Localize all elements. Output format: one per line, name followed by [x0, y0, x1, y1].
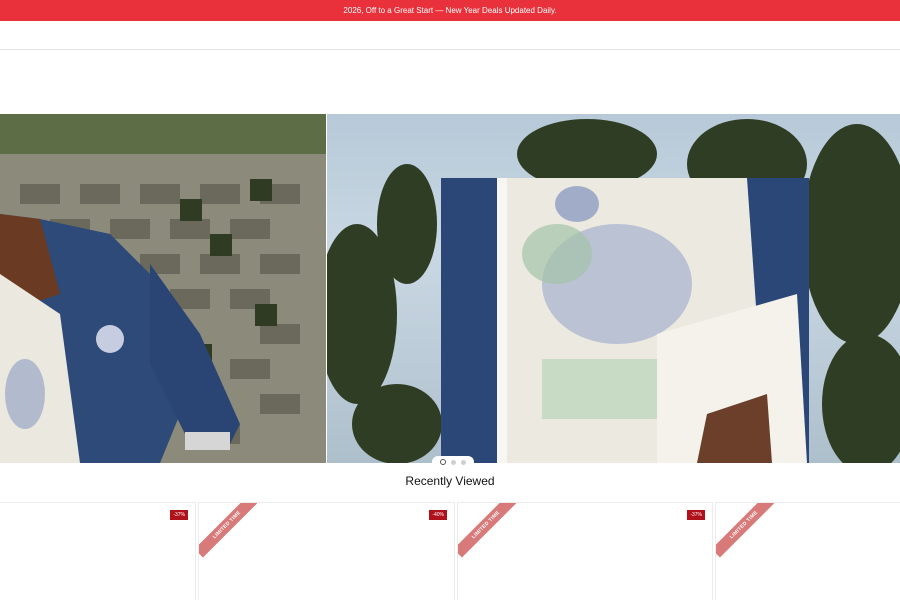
ribbon-label: LIMITED TIME [458, 503, 516, 558]
limited-time-ribbon: LIMITED TIME [199, 503, 257, 561]
hero-photo-shirt-closeup [327, 119, 900, 463]
product-card[interactable]: LIMITED TIME [715, 502, 900, 600]
ribbon-label: LIMITED TIME [716, 503, 774, 558]
product-card[interactable]: -37% [0, 502, 196, 600]
hero-photo-wall-model [0, 114, 326, 463]
carousel-pagination[interactable] [432, 456, 474, 468]
carousel-dot-2[interactable] [451, 459, 456, 465]
limited-time-ribbon: LIMITED TIME [458, 503, 516, 561]
hero-image-left[interactable] [0, 114, 326, 463]
limited-time-ribbon: LIMITED TIME [716, 503, 774, 561]
product-card[interactable]: LIMITED TIME -37% [457, 502, 713, 600]
product-card[interactable]: LIMITED TIME -40% [198, 502, 455, 600]
hero-image-right[interactable] [327, 114, 900, 463]
carousel-dot-1[interactable] [440, 459, 446, 465]
ribbon-label: LIMITED TIME [199, 503, 257, 558]
announcement-bar[interactable]: 2026, Off to a Great Start — New Year De… [0, 0, 900, 21]
announcement-text: 2026, Off to a Great Start — New Year De… [343, 6, 557, 15]
carousel-dot-3[interactable] [461, 459, 466, 465]
discount-badge: -37% [687, 510, 705, 520]
recently-viewed-title: Recently Viewed [405, 474, 495, 488]
discount-badge: -37% [170, 510, 188, 520]
site-header [0, 21, 900, 50]
hero-carousel[interactable] [0, 114, 900, 463]
discount-badge: -40% [429, 510, 447, 520]
